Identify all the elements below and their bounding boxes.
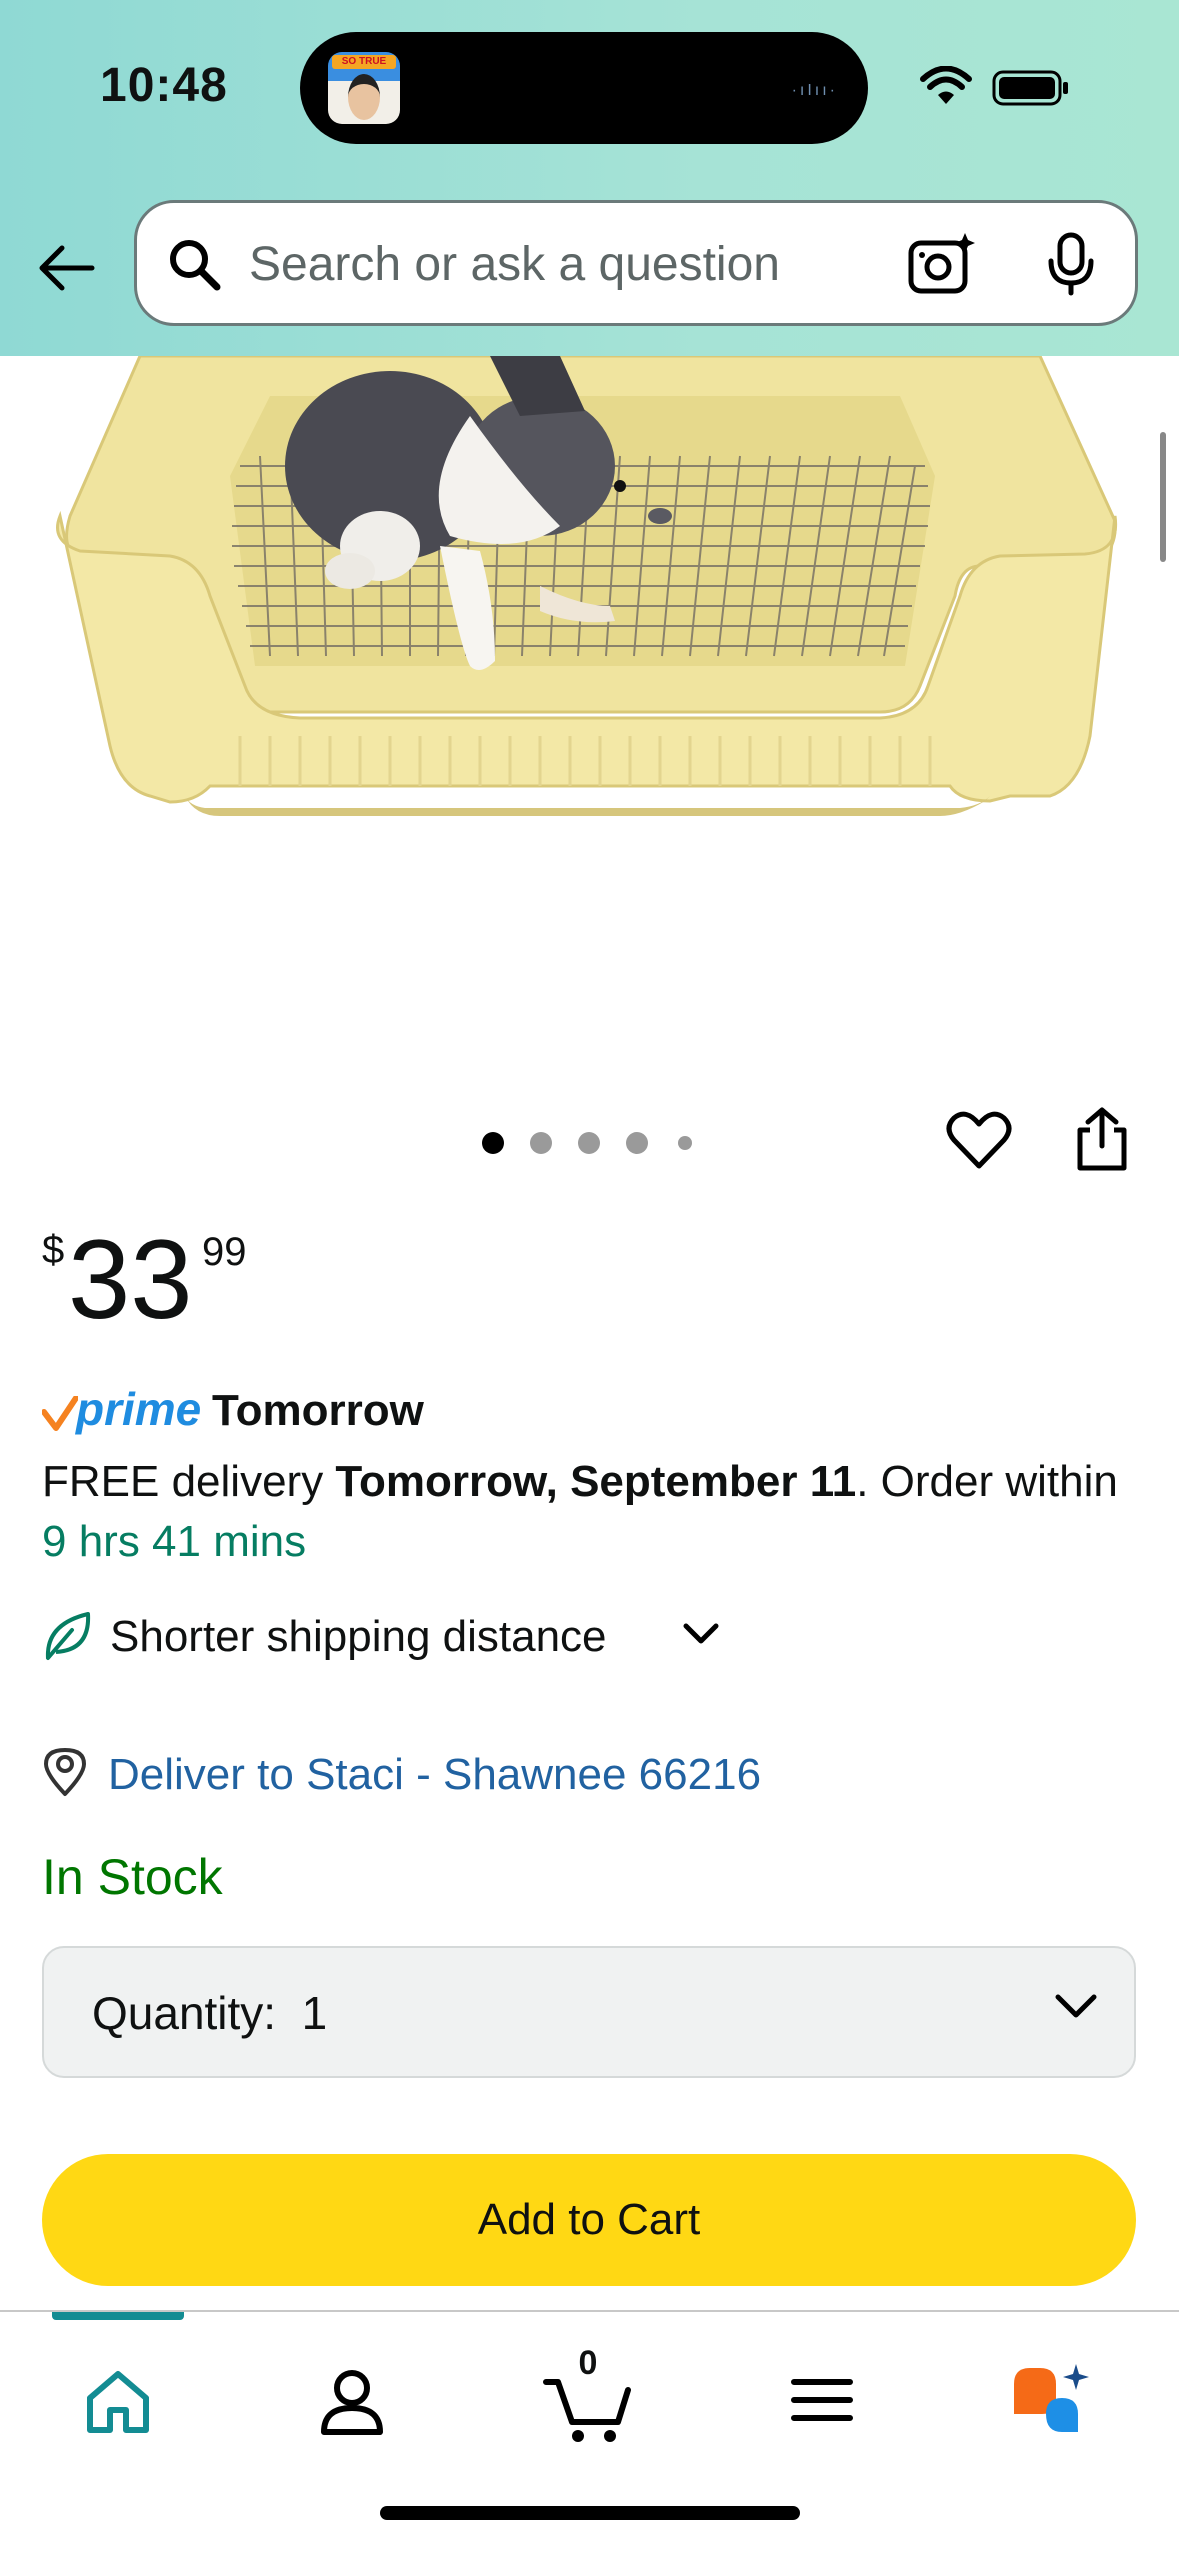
heart-icon[interactable] [946,1110,1012,1170]
leaf-icon [45,1612,91,1660]
avatar-face [348,74,380,120]
product-image[interactable] [0,356,1179,1096]
carousel-dot[interactable] [578,1132,600,1154]
bottom-tab-bar: 0 [0,2310,1179,2558]
wifi-icon [920,66,972,104]
stock-status: In Stock [42,1849,223,1905]
carousel-dot[interactable] [678,1136,692,1150]
home-indicator [380,2506,800,2520]
price-fraction: 99 [202,1230,247,1274]
menu-icon[interactable] [772,2350,872,2450]
header: 10:48 SO TRUE ·ıIıı· [0,0,1179,356]
quantity-select[interactable]: Quantity: 1 [42,1946,1136,2078]
prime-logo: prime [76,1383,202,1435]
shipping-distance-label: Shorter shipping distance [110,1612,607,1661]
quantity-label: Quantity: 1 [92,1987,328,2039]
account-icon[interactable] [302,2350,402,2450]
cart-count: 0 [578,2344,598,2382]
litter-box-with-rabbit-image [56,356,1118,816]
delivery-message: FREE delivery Tomorrow, September 11. Or… [42,1452,1142,1572]
chevron-down-icon [1055,1994,1097,2018]
price-currency: $ [42,1228,65,1272]
microphone-icon[interactable] [1043,231,1099,297]
chevron-down-icon [683,1623,719,1644]
prime-delivery-label: Tomorrow [212,1386,424,1435]
back-arrow-icon[interactable] [34,236,98,300]
rufus-assistant-icon[interactable] [1006,2350,1106,2450]
order-within-text: . Order within [856,1457,1118,1506]
search-bar[interactable] [134,200,1138,326]
island-app-thumbnail: SO TRUE [328,52,400,124]
dynamic-island[interactable]: SO TRUE ·ıIıı· [300,32,868,144]
delivery-prefix: FREE delivery [42,1457,336,1506]
scroll-indicator [1160,432,1166,562]
prime-check-icon [42,1396,78,1431]
carousel-dot[interactable] [626,1132,648,1154]
camera-search-icon[interactable] [907,231,977,297]
search-icon [170,240,221,291]
status-time: 10:48 [100,59,228,112]
price-whole: 33 [68,1217,193,1342]
carousel-dot[interactable] [482,1132,504,1154]
share-icon[interactable] [1070,1106,1134,1172]
delivery-countdown: 9 hrs 41 mins [42,1517,307,1566]
audio-wave-icon: ·ıIıı· [791,82,838,99]
battery-icon [992,70,1068,106]
carousel-dot[interactable] [530,1132,552,1154]
home-icon[interactable] [68,2350,168,2450]
island-badge: SO TRUE [332,55,396,69]
search-input[interactable] [247,233,851,295]
active-tab-indicator [52,2312,184,2320]
cart-tab[interactable]: 0 [538,2344,638,2450]
deliver-to-label: Deliver to Staci - Shawnee 66216 [108,1750,762,1799]
add-to-cart-button[interactable]: Add to Cart [42,2154,1136,2286]
location-pin-icon [44,1748,86,1796]
delivery-date: Tomorrow, September 11 [335,1457,857,1506]
quantity-value: 1 [301,1987,328,2039]
